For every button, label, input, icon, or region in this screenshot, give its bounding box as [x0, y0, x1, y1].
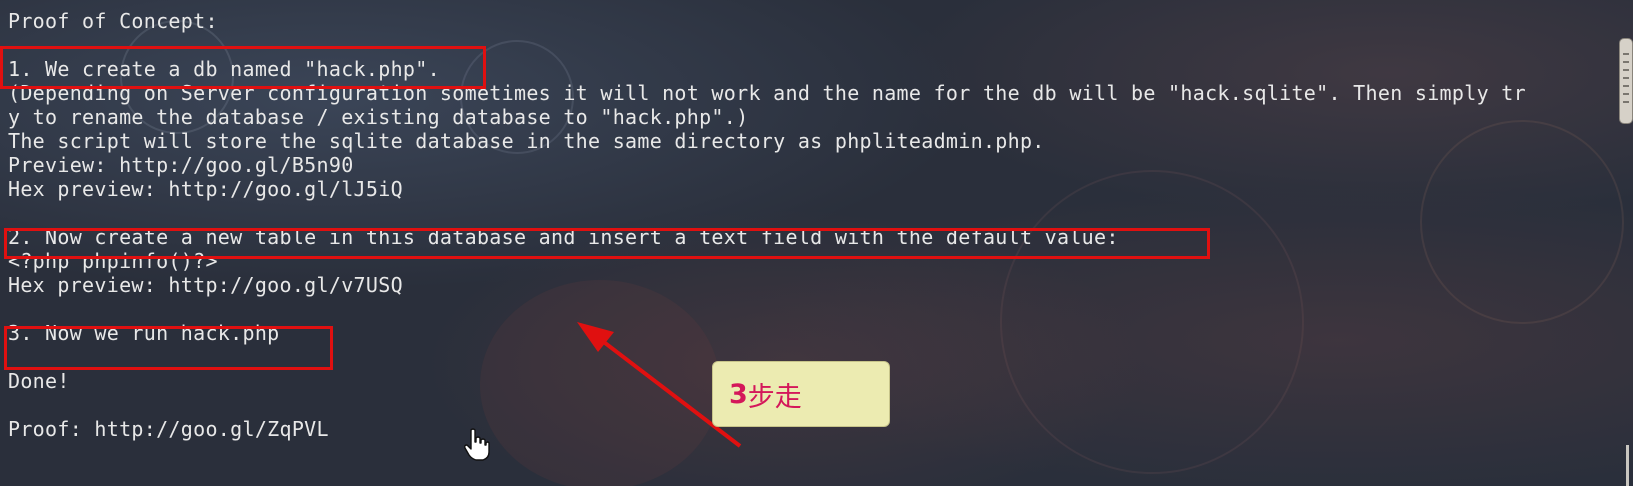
hand-pointer-icon	[464, 428, 490, 461]
callout-note: 3 步走	[712, 361, 890, 427]
terminal-window: Proof of Concept: 1. We create a db name…	[0, 0, 1633, 486]
scrollbar-track[interactable]	[1626, 445, 1629, 486]
callout-number: 3	[729, 378, 748, 410]
vertical-scrollbar-thumb[interactable]	[1619, 38, 1633, 124]
callout-text: 步走	[747, 381, 802, 413]
